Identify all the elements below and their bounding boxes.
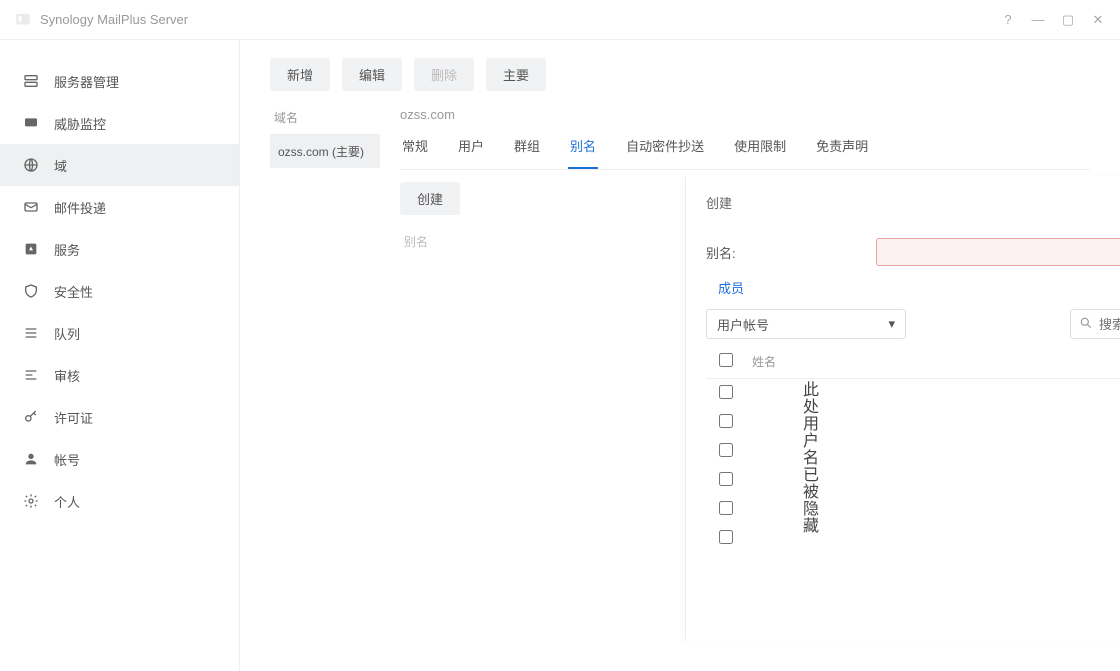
sidebar-item-service[interactable]: 服务: [0, 228, 239, 270]
primary-button[interactable]: 主要: [486, 58, 546, 91]
tab-general[interactable]: 常规: [400, 136, 430, 169]
domain-list-header: 域名: [270, 101, 380, 135]
sidebar-item-label: 审核: [54, 366, 80, 385]
tab-usage-limit[interactable]: 使用限制: [732, 136, 788, 169]
tab-disclaimer[interactable]: 免责声明: [814, 136, 870, 169]
sidebar-item-label: 域: [54, 156, 67, 175]
modal-title: 创建: [706, 193, 1120, 212]
sidebar-item-domain[interactable]: 域: [0, 144, 239, 186]
app-logo-icon: [14, 11, 32, 29]
help-icon[interactable]: ?: [1000, 12, 1016, 28]
row-checkbox[interactable]: [719, 443, 733, 457]
edit-button[interactable]: 编辑: [342, 58, 402, 91]
sidebar-item-label: 邮件投递: [54, 198, 106, 217]
members-table: 姓名 DSM 状态 正常已停用已停用正常正常正常正常: [706, 345, 1120, 551]
detail-tabs: 常规 用户 群组 别名 自动密件抄送 使用限制 免责声明: [400, 136, 1090, 170]
table-row[interactable]: 正常: [706, 495, 1120, 524]
account-type-select[interactable]: 用户帐号 ▾: [706, 309, 906, 339]
search-box[interactable]: [1070, 309, 1120, 339]
mail-icon: [22, 198, 40, 216]
sidebar-item-label: 许可证: [54, 408, 93, 427]
sidebar-item-personal[interactable]: 个人: [0, 480, 239, 522]
name-hidden-overlay: 此处用户名已被隐藏: [796, 381, 820, 534]
sidebar-item-label: 个人: [54, 492, 80, 511]
col-name: 姓名: [746, 345, 1120, 379]
chevron-down-icon: ▾: [888, 316, 895, 332]
delete-button: 删除: [414, 58, 474, 91]
sidebar-item-label: 安全性: [54, 282, 93, 301]
table-row[interactable]: 正常: [706, 524, 1120, 551]
minimize-icon[interactable]: —: [1030, 12, 1046, 28]
members-link[interactable]: 成员: [706, 274, 1120, 305]
row-checkbox[interactable]: [719, 472, 733, 486]
create-alias-modal: 创建 ✕ 别名: i 成员 用户帐号 ▾: [685, 176, 1120, 641]
key-icon: [22, 408, 40, 426]
sidebar-item-security[interactable]: 安全性: [0, 270, 239, 312]
table-row[interactable]: 正常: [706, 379, 1120, 409]
table-row[interactable]: 已停用: [706, 437, 1120, 466]
sidebar-item-audit[interactable]: 审核: [0, 354, 239, 396]
select-value: 用户帐号: [717, 315, 769, 334]
row-checkbox[interactable]: [719, 530, 733, 544]
sidebar-item-label: 帐号: [54, 450, 80, 469]
domain-toolbar: 新增 编辑 删除 主要: [270, 58, 1090, 91]
detail-title: ozss.com: [400, 101, 1090, 136]
tab-aliases[interactable]: 别名: [568, 136, 598, 169]
gear-icon: [22, 492, 40, 510]
sidebar-item-server-mgmt[interactable]: 服务器管理: [0, 60, 239, 102]
alias-input[interactable]: [876, 238, 1120, 266]
tab-users[interactable]: 用户: [456, 136, 486, 169]
queue-icon: [22, 324, 40, 342]
sidebar-item-threat[interactable]: 威胁监控: [0, 102, 239, 144]
sidebar-item-queue[interactable]: 队列: [0, 312, 239, 354]
domain-list-item[interactable]: ozss.com (主要): [270, 135, 380, 168]
tab-auto-bcc[interactable]: 自动密件抄送: [624, 136, 706, 169]
audit-icon: [22, 366, 40, 384]
alias-label: 别名:: [706, 243, 876, 262]
row-checkbox[interactable]: [719, 414, 733, 428]
account-icon: [22, 450, 40, 468]
shield-monitor-icon: [22, 114, 40, 132]
server-icon: [22, 72, 40, 90]
search-input[interactable]: [1099, 317, 1120, 332]
globe-icon: [22, 156, 40, 174]
add-button[interactable]: 新增: [270, 58, 330, 91]
tab-groups[interactable]: 群组: [512, 136, 542, 169]
table-row[interactable]: 正常: [706, 466, 1120, 495]
sidebar-item-label: 队列: [54, 324, 80, 343]
maximize-icon[interactable]: ▢: [1060, 12, 1076, 28]
select-all-checkbox[interactable]: [719, 353, 733, 367]
security-icon: [22, 282, 40, 300]
sidebar-item-license[interactable]: 许可证: [0, 396, 239, 438]
close-window-icon[interactable]: ✕: [1090, 12, 1106, 28]
sidebar-item-label: 服务器管理: [54, 72, 119, 91]
sidebar-item-account[interactable]: 帐号: [0, 438, 239, 480]
row-checkbox[interactable]: [719, 385, 733, 399]
search-icon: [1079, 316, 1093, 333]
sidebar-item-mail-delivery[interactable]: 邮件投递: [0, 186, 239, 228]
sidebar: 服务器管理 威胁监控 域 邮件投递 服务 安全性 队列 审核: [0, 40, 240, 671]
window-title: Synology MailPlus Server: [40, 12, 986, 27]
create-alias-button[interactable]: 创建: [400, 182, 460, 215]
sidebar-item-label: 服务: [54, 240, 80, 259]
service-icon: [22, 240, 40, 258]
sidebar-item-label: 威胁监控: [54, 114, 106, 133]
row-checkbox[interactable]: [719, 501, 733, 515]
table-row[interactable]: 已停用: [706, 408, 1120, 437]
